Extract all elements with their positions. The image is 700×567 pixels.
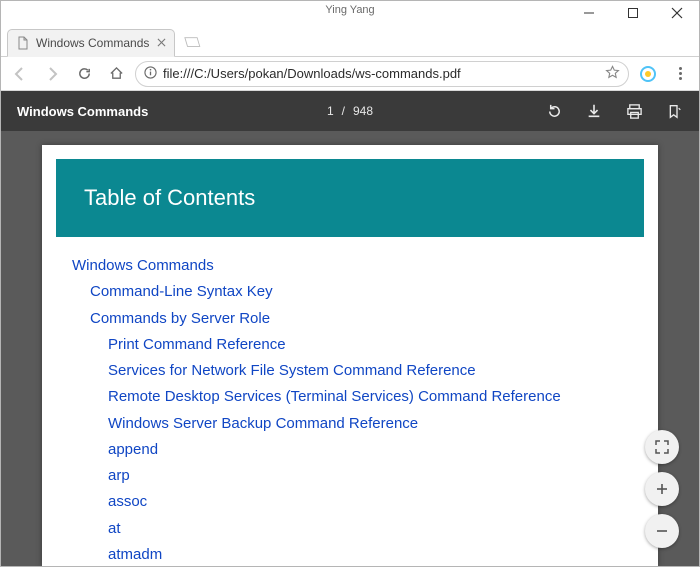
omnibox[interactable] (135, 61, 629, 87)
pdf-print-button[interactable] (625, 102, 643, 120)
pdf-bookmark-button[interactable] (665, 102, 683, 120)
forward-button[interactable] (39, 61, 65, 87)
pdf-toolbar: Windows Commands 1 / 948 (1, 91, 699, 131)
close-icon (671, 7, 683, 19)
toc-link[interactable]: Windows Commands (72, 253, 632, 279)
pdf-rotate-button[interactable] (545, 102, 563, 120)
window-minimize-button[interactable] (567, 1, 611, 25)
minus-icon (654, 523, 670, 539)
fit-icon (654, 439, 670, 455)
pdf-actions (545, 102, 683, 120)
toc-link[interactable]: atmadm (72, 542, 632, 566)
tab-strip: Windows Commands (1, 25, 699, 57)
fit-page-button[interactable] (645, 430, 679, 464)
toc-link[interactable]: Commands by Server Role (72, 306, 632, 332)
print-icon (626, 103, 643, 120)
pdf-total-pages: 948 (353, 104, 373, 118)
browser-menu-button[interactable] (667, 61, 693, 87)
window-close-button[interactable] (655, 1, 699, 25)
zoom-out-button[interactable] (645, 514, 679, 548)
zoom-controls (645, 430, 679, 548)
file-icon (16, 36, 30, 50)
toc-link[interactable]: Services for Network File System Command… (72, 358, 632, 384)
pdf-document-title: Windows Commands (17, 104, 148, 119)
minimize-icon (583, 7, 595, 19)
arrow-left-icon (12, 66, 28, 82)
new-tab-icon (181, 35, 201, 49)
toc-link[interactable]: Remote Desktop Services (Terminal Servic… (72, 384, 632, 410)
toc-link[interactable]: Print Command Reference (72, 332, 632, 358)
back-button[interactable] (7, 61, 33, 87)
os-username: Ying Yang (325, 4, 374, 16)
toc-link[interactable]: at (72, 516, 632, 542)
kebab-icon (673, 67, 687, 80)
os-titlebar: Ying Yang (1, 1, 699, 25)
maximize-icon (627, 7, 639, 19)
pdf-current-page: 1 (327, 104, 334, 118)
download-icon (586, 103, 602, 119)
pdf-download-button[interactable] (585, 102, 603, 120)
reload-button[interactable] (71, 61, 97, 87)
tab-close-button[interactable] (157, 36, 166, 50)
toc-link[interactable]: assoc (72, 489, 632, 515)
reload-icon (77, 66, 92, 81)
pdf-page-indicator[interactable]: 1 / 948 (327, 104, 373, 118)
tab-title: Windows Commands (36, 36, 149, 50)
site-info-icon[interactable] (144, 66, 157, 82)
home-button[interactable] (103, 61, 129, 87)
bookmark-icon (667, 104, 682, 119)
zoom-in-button[interactable] (645, 472, 679, 506)
rotate-icon (546, 103, 563, 120)
toc-heading: Table of Contents (56, 159, 644, 237)
pdf-page-separator: / (342, 104, 345, 118)
pdf-viewport[interactable]: Table of Contents Windows CommandsComman… (1, 131, 699, 566)
home-icon (109, 66, 124, 81)
extension-icon (640, 66, 656, 82)
star-bookmark-button[interactable] (605, 65, 620, 83)
window-controls (567, 1, 699, 25)
arrow-right-icon (44, 66, 60, 82)
plus-icon (654, 481, 670, 497)
address-bar (1, 57, 699, 91)
browser-tab[interactable]: Windows Commands (7, 29, 175, 57)
toc-list: Windows CommandsCommand-Line Syntax KeyC… (56, 237, 644, 566)
url-input[interactable] (163, 66, 599, 81)
browser-window: Ying Yang Windows Commands (0, 0, 700, 567)
extension-button[interactable] (635, 61, 661, 87)
new-tab-button[interactable] (179, 32, 203, 52)
toc-link[interactable]: Command-Line Syntax Key (72, 279, 632, 305)
close-icon (157, 38, 166, 47)
toc-link[interactable]: append (72, 437, 632, 463)
star-icon (605, 65, 620, 80)
pdf-page: Table of Contents Windows CommandsComman… (42, 145, 658, 566)
toc-link[interactable]: Windows Server Backup Command Reference (72, 411, 632, 437)
toc-link[interactable]: arp (72, 463, 632, 489)
window-maximize-button[interactable] (611, 1, 655, 25)
